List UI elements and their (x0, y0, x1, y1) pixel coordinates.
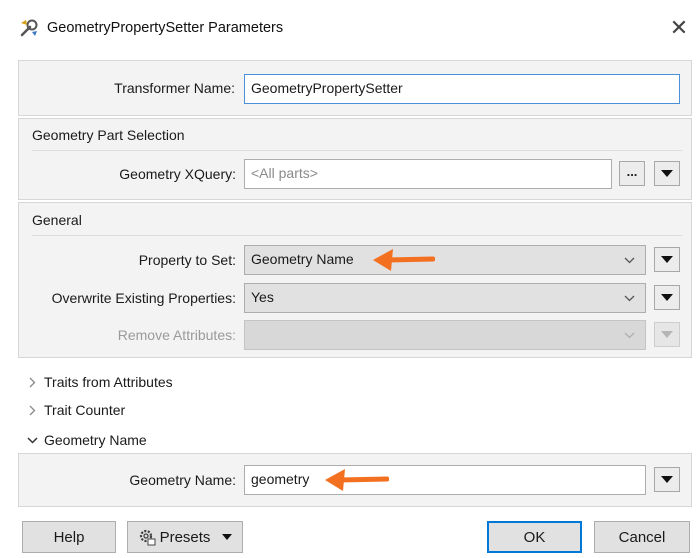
remove-attributes-menu-button (654, 322, 680, 347)
section-trait-counter[interactable]: Trait Counter (22, 399, 322, 421)
orange-arrow-icon (373, 246, 436, 277)
triangle-down-icon (661, 170, 673, 177)
window-title: GeometryPropertySetter Parameters (47, 20, 284, 36)
overwrite-existing-properties-select[interactable]: Yes (244, 283, 646, 313)
geometry-part-selection-title: Geometry Part Selection (32, 127, 185, 143)
triangle-down-icon (661, 476, 673, 483)
overwrite-existing-properties-value: Yes (251, 289, 274, 305)
transformer-name-label: Transformer Name: (114, 80, 235, 96)
browse-button[interactable]: ... (619, 161, 645, 186)
geometry-xquery-input[interactable]: <All parts> (244, 159, 612, 189)
gear-icon (138, 528, 156, 546)
overwrite-existing-properties-label: Overwrite Existing Properties: (51, 290, 236, 306)
section-traits-from-attributes[interactable]: Traits from Attributes (22, 371, 322, 393)
close-icon[interactable]: ✕ (666, 13, 692, 43)
transformer-name-input[interactable]: GeometryPropertySetter (244, 74, 680, 104)
section-label: Geometry Name (44, 432, 147, 448)
property-to-set-menu-button[interactable] (654, 247, 680, 272)
help-button[interactable]: Help (22, 521, 116, 553)
geometry-name-label: Geometry Name: (129, 472, 236, 488)
chevron-down-icon (624, 246, 635, 274)
overwrite-menu-button[interactable] (654, 285, 680, 310)
section-label: Trait Counter (44, 402, 126, 418)
section-geometry-name[interactable]: Geometry Name (22, 429, 322, 451)
general-title: General (32, 212, 82, 228)
ellipsis-label: ... (626, 163, 638, 179)
section-divider (32, 235, 682, 236)
property-to-set-label: Property to Set: (138, 252, 236, 268)
cancel-button[interactable]: Cancel (594, 521, 690, 553)
section-divider (32, 150, 682, 151)
triangle-down-icon (661, 331, 673, 338)
chevron-down-icon (624, 321, 635, 349)
triangle-down-icon (661, 294, 673, 301)
chevron-right-icon (22, 377, 42, 388)
triangle-down-icon (661, 256, 673, 263)
chevron-down-icon (22, 436, 42, 444)
geometry-name-menu-button[interactable] (654, 467, 680, 492)
fme-transformer-icon (18, 17, 40, 39)
geometry-xquery-label: Geometry XQuery: (119, 166, 236, 182)
presets-label: Presets (159, 528, 211, 546)
chevron-right-icon (22, 405, 42, 416)
triangle-down-icon (222, 534, 233, 540)
presets-button[interactable]: Presets (127, 521, 243, 553)
property-to-set-value: Geometry Name (251, 251, 354, 267)
section-label: Traits from Attributes (44, 374, 173, 390)
chevron-down-icon (624, 284, 635, 312)
property-to-set-select[interactable]: Geometry Name (244, 245, 646, 275)
remove-attributes-select (244, 320, 646, 350)
xquery-menu-button[interactable] (654, 161, 680, 186)
geometry-name-input[interactable]: geometry (244, 465, 646, 495)
remove-attributes-label: Remove Attributes: (117, 327, 236, 343)
orange-arrow-icon (325, 466, 390, 497)
ok-button[interactable]: OK (487, 521, 582, 553)
